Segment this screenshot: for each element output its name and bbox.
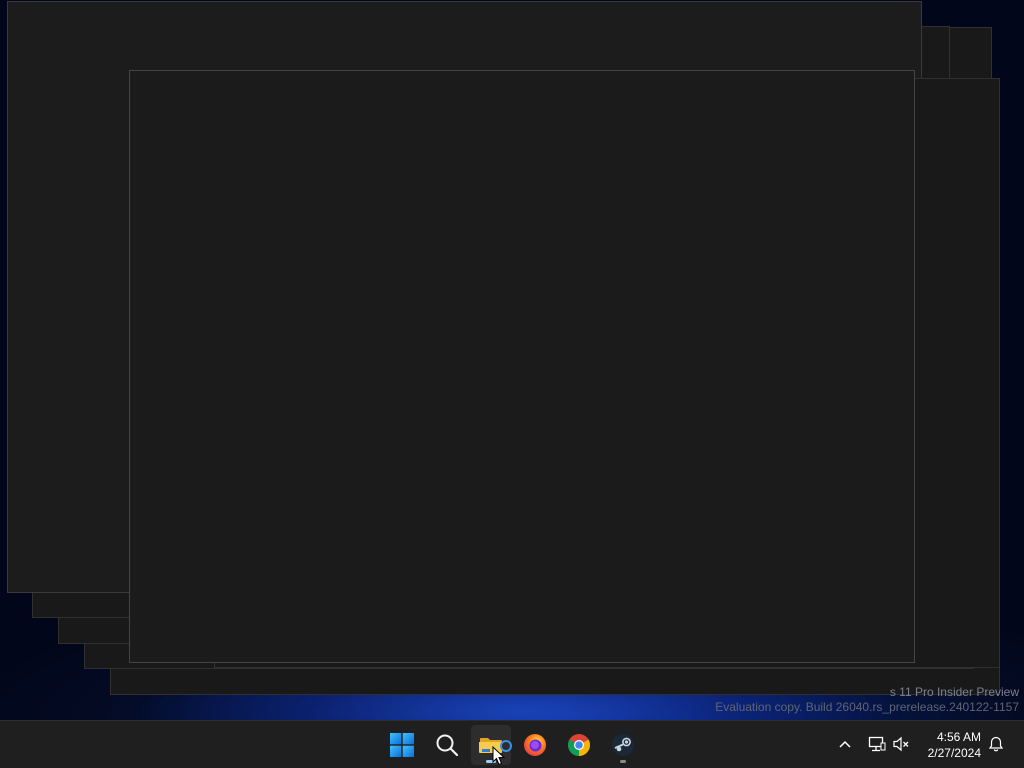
clock-time: 4:56 AM — [936, 730, 981, 744]
chrome-icon — [568, 734, 590, 756]
notifications-button[interactable] — [985, 733, 1007, 755]
watermark-edition-text: s 11 Pro Insider Preview — [889, 685, 1019, 699]
clock-date: 2/27/2024 — [927, 746, 981, 760]
search-button[interactable] — [427, 725, 467, 765]
running-indicator — [620, 760, 626, 763]
network-icon — [868, 736, 886, 752]
chevron-up-icon — [839, 740, 851, 748]
window-frame[interactable] — [129, 70, 915, 663]
steam-icon — [612, 734, 634, 756]
start-button[interactable] — [382, 725, 422, 765]
windows-logo-icon — [390, 733, 414, 757]
evaluation-watermark: s 11 Pro Insider Preview Evaluation copy… — [715, 685, 1019, 715]
firefox-icon — [524, 734, 546, 756]
bell-icon — [988, 736, 1004, 752]
firefox-button[interactable] — [515, 725, 555, 765]
chrome-button[interactable] — [559, 725, 599, 765]
clock[interactable]: 4:56 AM 2/27/2024 — [928, 729, 981, 761]
watermark-build-text: Evaluation copy. Build 26040.rs_prerelea… — [715, 700, 1019, 714]
network-button[interactable] — [866, 733, 888, 755]
steam-button[interactable] — [603, 725, 643, 765]
mouse-cursor-icon — [492, 746, 506, 766]
search-icon — [436, 734, 459, 757]
volume-muted-icon — [893, 736, 909, 752]
show-hidden-icons-button[interactable] — [834, 733, 856, 755]
taskbar: 4:56 AM 2/27/2024 — [0, 720, 1024, 768]
desktop: s 11 Pro Insider Preview Evaluation copy… — [0, 0, 1024, 720]
volume-button[interactable] — [890, 733, 912, 755]
